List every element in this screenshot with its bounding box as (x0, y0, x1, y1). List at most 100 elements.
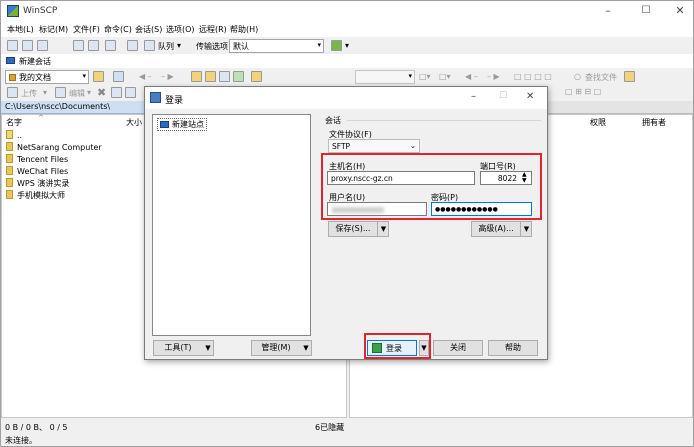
file-row[interactable]: 手机模拟大师 (6, 190, 65, 202)
close-button[interactable]: 关闭 (433, 340, 483, 356)
maximize-icon[interactable]: ☐ (639, 4, 653, 18)
session-tabs: 新建会话 (1, 54, 693, 68)
menu-bar: 本地(L) 标记(M) 文件(F) 命令(C) 会话(S) 选项(O) 远程(R… (1, 22, 693, 37)
hidden-count: 6已隐藏 (315, 423, 345, 432)
tools-button[interactable]: 工具(T) ▼ (153, 340, 214, 356)
queue-dropdown-icon[interactable]: ▾ (177, 41, 181, 50)
menu-remote[interactable]: 远程(R) (199, 24, 227, 35)
open-folder-icon[interactable] (93, 71, 104, 82)
home-icon[interactable] (219, 71, 230, 82)
rename-icon[interactable] (111, 87, 122, 98)
local-drive-combo[interactable]: 我的文档 ▾ (5, 70, 89, 84)
help-button[interactable]: 帮助 (488, 340, 538, 356)
edit-button[interactable]: 编辑 (69, 88, 85, 99)
menu-help[interactable]: 帮助(H) (230, 24, 258, 35)
remote-open-icon[interactable]: □▾ (419, 72, 431, 81)
login-icon (150, 92, 161, 103)
close-icon[interactable]: ✕ (673, 4, 687, 18)
sync-icon[interactable] (7, 40, 18, 51)
menu-options[interactable]: 选项(O) (166, 24, 195, 35)
local-location-value: 我的文档 (19, 73, 51, 82)
folder-icon (6, 166, 13, 175)
dialog-close-icon[interactable]: ✕ (526, 91, 534, 102)
connection-status: 未连接。 (5, 436, 37, 445)
menu-local[interactable]: 本地(L) (7, 24, 34, 35)
advanced-dropdown-icon[interactable]: ▼ (520, 222, 532, 236)
transfer-settings-value: 默认 (233, 42, 249, 51)
minimize-icon[interactable]: – (601, 4, 615, 18)
folder-icon (6, 178, 13, 187)
menu-mark[interactable]: 标记(M) (39, 24, 68, 35)
column-owner[interactable]: 拥有者 (642, 117, 666, 128)
transfer-options-label: 传输选项 (196, 42, 228, 51)
manage-button[interactable]: 管理(M) ▼ (251, 340, 312, 356)
file-row[interactable]: WeChat Files (6, 166, 68, 178)
column-name[interactable]: 名字 (6, 117, 22, 128)
keep-updated-icon[interactable] (37, 40, 48, 51)
transfer-settings-combo[interactable]: 默认 ▾ (229, 39, 324, 53)
parent-dir-icon[interactable] (191, 71, 202, 82)
preset-dropdown-icon[interactable]: ▾ (345, 41, 349, 50)
column-size[interactable]: 大小 (126, 117, 142, 128)
remote-back-icon[interactable]: ◀ – (465, 72, 478, 81)
file-row-parent[interactable]: .. (6, 130, 22, 142)
transfer-preset-icon[interactable] (331, 40, 342, 51)
dialog-title-bar: 登录 – ☐ ✕ (145, 87, 547, 109)
title-bar: WinSCP – ☐ ✕ (1, 1, 693, 22)
tab-new-session[interactable]: 新建会话 (19, 56, 51, 67)
remote-filter-icon[interactable]: □▾ (439, 72, 451, 81)
session-group-label: 会话 (325, 116, 341, 125)
remote-forward-icon[interactable]: – ▶ (487, 72, 500, 81)
parent-dir-icon (6, 130, 13, 139)
minimize-icon[interactable]: – (471, 91, 476, 102)
find-files-button[interactable]: 查找文件 (585, 72, 617, 83)
site-item-new[interactable]: 新建站点 (157, 118, 207, 131)
local-nav-toolbar: 我的文档 ▾ ◀ – – ▶ (1, 68, 347, 85)
queue-icon[interactable] (144, 40, 155, 51)
credentials-highlight (321, 153, 542, 220)
protocol-select[interactable]: SFTP ⌄ (328, 139, 420, 153)
back-icon[interactable]: ◀ – (139, 72, 152, 81)
upload-dropdown-icon[interactable]: ▾ (43, 88, 47, 97)
compare-icon[interactable] (22, 40, 33, 51)
queue-label[interactable]: 队列 (158, 41, 174, 52)
chevron-down-icon: ▾ (317, 41, 321, 49)
delete-icon[interactable]: ✖ (97, 86, 106, 99)
edit-dropdown-icon[interactable]: ▾ (87, 88, 91, 97)
chevron-down-icon: ⌄ (409, 141, 416, 150)
menu-file[interactable]: 文件(F) (73, 24, 100, 35)
sort-asc-icon: ^ (38, 114, 44, 122)
remote-hidden-icon[interactable] (624, 71, 635, 82)
selection-status: 0 B / 0 B、 0 / 5 (5, 423, 68, 432)
putty-icon[interactable] (88, 40, 99, 51)
site-tree[interactable]: 新建站点 (152, 114, 311, 336)
remote-dir-combo[interactable]: ▾ (355, 70, 415, 84)
column-permissions[interactable]: 权限 (590, 117, 606, 128)
refresh-icon[interactable] (233, 71, 244, 82)
file-row[interactable]: WPS 演讲实录 (6, 178, 69, 190)
save-dropdown-icon[interactable]: ▼ (377, 222, 389, 236)
remote-new-icons[interactable]: □ ⊞ ⊟ □ (565, 87, 601, 96)
preferences-icon[interactable] (105, 40, 116, 51)
upload-icon[interactable] (7, 87, 18, 98)
save-button[interactable]: 保存(S)... ▼ (328, 221, 389, 237)
find-files-icon[interactable]: ○ (574, 72, 581, 81)
main-toolbar: 队列 ▾ 传输选项 默认 ▾ ▾ (1, 37, 693, 54)
queue-gear-icon[interactable] (127, 40, 138, 51)
remote-dir-icons[interactable]: □ □ □ □ (514, 72, 552, 81)
properties-icon[interactable] (125, 87, 136, 98)
menu-session[interactable]: 会话(S) (135, 24, 162, 35)
forward-icon[interactable]: – ▶ (161, 72, 174, 81)
terminal-icon[interactable] (73, 40, 84, 51)
file-row[interactable]: Tencent Files (6, 154, 68, 166)
edit-icon[interactable] (55, 87, 66, 98)
chevron-down-icon: ▾ (82, 72, 86, 80)
menu-command[interactable]: 命令(C) (104, 24, 132, 35)
advanced-button[interactable]: 高级(A)... ▼ (471, 221, 532, 237)
filter-icon[interactable] (113, 71, 124, 82)
find-icon[interactable] (251, 71, 262, 82)
upload-button[interactable]: 上传 (21, 88, 37, 99)
file-row[interactable]: NetSarang Computer (6, 142, 102, 154)
connection-status-bar: 未连接。 (1, 434, 693, 446)
root-dir-icon[interactable] (205, 71, 216, 82)
